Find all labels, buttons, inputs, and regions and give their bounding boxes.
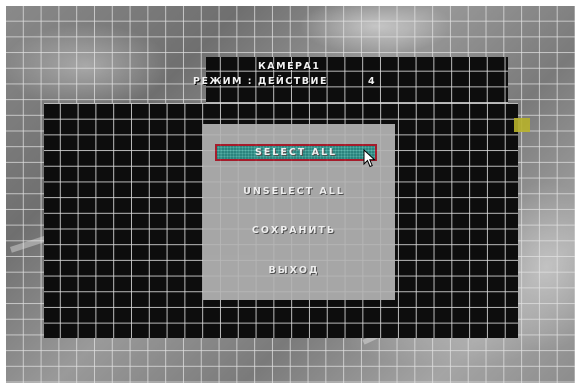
mode-value: 4: [368, 76, 377, 87]
camera-view: КАМЕРА1 РЕЖИМ : ДЕЙСТВИЕ 4 SELECT ALL UN…: [6, 6, 575, 383]
menu-item-select-all[interactable]: SELECT ALL: [215, 144, 377, 161]
mode-label: РЕЖИМ : ДЕЙСТВИЕ: [193, 76, 328, 87]
camera-title: КАМЕРА1: [258, 61, 321, 72]
menu-item-exit[interactable]: ВЫХОД: [215, 263, 373, 278]
menu-item-unselect-all[interactable]: UNSELECT ALL: [215, 184, 373, 199]
mouse-pointer-icon: [363, 149, 376, 168]
menu-item-save[interactable]: СОХРАНИТЬ: [215, 223, 373, 238]
highlighted-grid-cell[interactable]: [514, 118, 530, 132]
